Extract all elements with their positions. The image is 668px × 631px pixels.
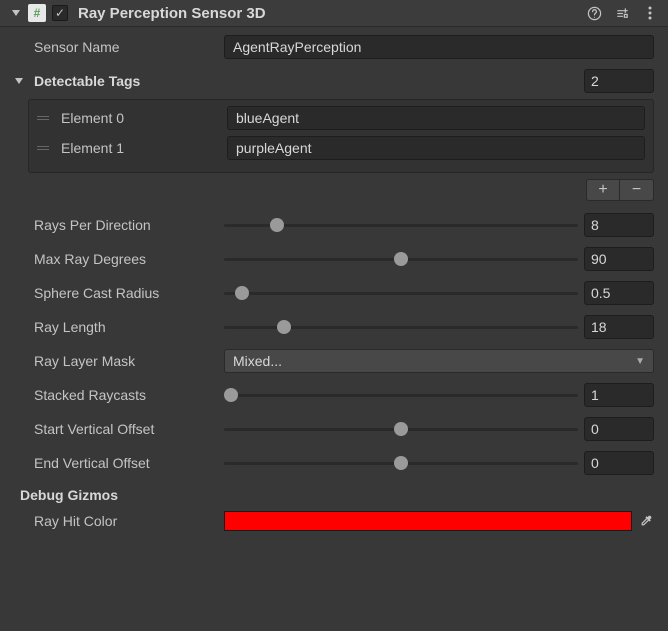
start-vertical-offset-label: Start Vertical Offset bbox=[14, 421, 224, 437]
detectable-tags-label: Detectable Tags bbox=[28, 73, 578, 89]
list-item: Element 0 bbox=[37, 106, 645, 130]
remove-element-button[interactable]: − bbox=[620, 179, 654, 201]
component-header: # Ray Perception Sensor 3D bbox=[0, 0, 668, 27]
element-1-input[interactable] bbox=[227, 136, 645, 160]
component-body: Sensor Name Detectable Tags Element 0 El… bbox=[0, 27, 668, 531]
sphere-cast-radius-label: Sphere Cast Radius bbox=[14, 285, 224, 301]
detectable-tags-header[interactable]: Detectable Tags bbox=[14, 69, 654, 93]
chevron-down-icon: ▼ bbox=[635, 356, 645, 367]
max-ray-degrees-label: Max Ray Degrees bbox=[14, 251, 224, 267]
drag-handle-icon[interactable] bbox=[37, 116, 53, 120]
max-ray-degrees-value[interactable] bbox=[584, 247, 654, 271]
ray-length-slider[interactable] bbox=[224, 317, 578, 337]
preset-icon[interactable] bbox=[614, 5, 630, 21]
end-vertical-offset-value[interactable] bbox=[584, 451, 654, 475]
component-title: Ray Perception Sensor 3D bbox=[78, 5, 586, 22]
enable-checkbox[interactable] bbox=[52, 5, 68, 21]
eyedropper-icon[interactable] bbox=[638, 513, 654, 529]
drag-handle-icon[interactable] bbox=[37, 146, 53, 150]
debug-gizmos-label: Debug Gizmos bbox=[20, 487, 654, 503]
sphere-cast-radius-slider[interactable] bbox=[224, 283, 578, 303]
script-icon: # bbox=[28, 4, 46, 22]
max-ray-degrees-slider[interactable] bbox=[224, 249, 578, 269]
ray-layer-mask-value: Mixed... bbox=[233, 353, 282, 369]
ray-layer-mask-label: Ray Layer Mask bbox=[14, 353, 224, 369]
foldout-toggle[interactable] bbox=[10, 7, 22, 19]
element-0-input[interactable] bbox=[227, 106, 645, 130]
add-element-button[interactable]: + bbox=[586, 179, 620, 201]
sphere-cast-radius-value[interactable] bbox=[584, 281, 654, 305]
ray-hit-color-field[interactable] bbox=[224, 511, 632, 531]
stacked-raycasts-value[interactable] bbox=[584, 383, 654, 407]
help-icon[interactable] bbox=[586, 5, 602, 21]
end-vertical-offset-slider[interactable] bbox=[224, 453, 578, 473]
start-vertical-offset-value[interactable] bbox=[584, 417, 654, 441]
rays-per-direction-label: Rays Per Direction bbox=[14, 217, 224, 233]
end-vertical-offset-label: End Vertical Offset bbox=[14, 455, 224, 471]
element-1-label: Element 1 bbox=[61, 140, 227, 156]
rays-per-direction-value[interactable] bbox=[584, 213, 654, 237]
ray-layer-mask-dropdown[interactable]: Mixed... ▼ bbox=[224, 349, 654, 373]
sensor-name-input[interactable] bbox=[224, 35, 654, 59]
start-vertical-offset-slider[interactable] bbox=[224, 419, 578, 439]
detectable-tags-size[interactable] bbox=[584, 69, 654, 93]
element-0-label: Element 0 bbox=[61, 110, 227, 126]
rays-per-direction-slider[interactable] bbox=[224, 215, 578, 235]
detectable-tags-list: Element 0 Element 1 bbox=[28, 99, 654, 173]
list-item: Element 1 bbox=[37, 136, 645, 160]
menu-icon[interactable] bbox=[642, 5, 658, 21]
ray-length-value[interactable] bbox=[584, 315, 654, 339]
sensor-name-label: Sensor Name bbox=[14, 39, 224, 55]
stacked-raycasts-slider[interactable] bbox=[224, 385, 578, 405]
ray-length-label: Ray Length bbox=[14, 319, 224, 335]
stacked-raycasts-label: Stacked Raycasts bbox=[14, 387, 224, 403]
ray-hit-color-label: Ray Hit Color bbox=[14, 513, 224, 529]
